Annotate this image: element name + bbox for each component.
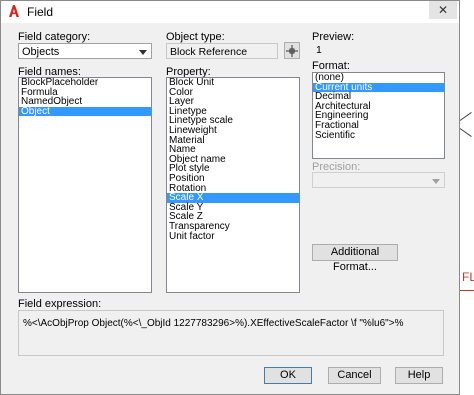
background-drawing-line — [459, 128, 472, 137]
property-item[interactable]: Unit factor — [167, 231, 299, 242]
field-expression-box: %<\AcObjProp Object(%<\_ObjId 1227783296… — [18, 310, 444, 356]
preview-field: 1 — [312, 43, 443, 57]
background-drawing-line — [459, 112, 472, 121]
background-drawing-text: FL — [462, 270, 474, 284]
object-type-field: Block Reference — [166, 43, 278, 59]
field-dialog: Field ✕ Field category: Objects Field na… — [0, 0, 460, 395]
background-drawing-line — [460, 290, 474, 291]
cancel-button[interactable]: Cancel — [328, 367, 381, 384]
field-expression-label: Field expression: — [18, 298, 102, 310]
preview-value: 1 — [316, 44, 322, 56]
field-category-value: Objects — [22, 46, 60, 58]
help-button[interactable]: Help — [395, 367, 443, 384]
preview-label: Preview: — [312, 31, 355, 43]
pick-object-icon — [286, 45, 298, 57]
select-object-button[interactable] — [284, 42, 300, 59]
object-type-value: Block Reference — [170, 46, 248, 58]
chevron-down-icon — [432, 179, 440, 184]
dialog-title: Field — [27, 5, 54, 19]
object-type-label: Object type: — [166, 31, 225, 43]
format-label: Format: — [312, 60, 350, 72]
ok-button[interactable]: OK — [264, 367, 312, 384]
format-item[interactable]: Scientific — [313, 130, 444, 141]
format-list[interactable]: (none) Current units Decimal Architectural E… — [312, 72, 445, 159]
property-list[interactable]: Block Unit Color Layer Linetype Linetype sca… — [166, 77, 300, 293]
field-category-dropdown[interactable]: Objects — [18, 43, 152, 59]
field-names-list[interactable]: BlockPlaceholder Formula NamedObject Object — [18, 77, 152, 293]
close-icon: ✕ — [437, 3, 449, 17]
title-bar: Field ✕ — [1, 1, 459, 23]
field-name-item[interactable]: Object — [19, 106, 151, 117]
precision-dropdown[interactable] — [312, 172, 445, 188]
autocad-app-icon — [9, 5, 19, 17]
close-button[interactable]: ✕ — [429, 1, 457, 19]
chevron-down-icon — [139, 50, 147, 55]
field-expression-value: %<\AcObjProp Object(%<\_ObjId 1227783296… — [23, 318, 404, 329]
additional-format-button[interactable]: Additional Format... — [312, 244, 398, 273]
field-category-label: Field category: — [18, 31, 91, 43]
